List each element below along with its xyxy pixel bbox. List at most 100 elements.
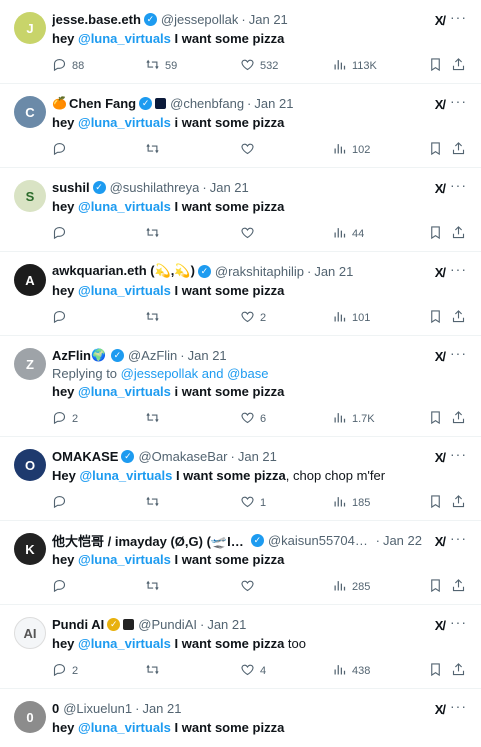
author-name[interactable]: Pundi AI: [52, 617, 104, 632]
like-button[interactable]: 2: [240, 309, 266, 327]
more-icon[interactable]: ···: [450, 345, 467, 361]
reply-button[interactable]: 88: [52, 57, 84, 75]
reply-button[interactable]: [52, 578, 72, 596]
grok-icon[interactable]: X/: [435, 702, 446, 717]
retweet-button[interactable]: [145, 309, 165, 327]
reply-button[interactable]: 2: [52, 662, 78, 680]
mention-link[interactable]: @luna_virtuals: [78, 636, 171, 651]
views-button[interactable]: 113K: [332, 57, 377, 75]
retweet-button[interactable]: [145, 141, 165, 159]
mention-link[interactable]: @luna_virtuals: [78, 720, 171, 735]
more-icon[interactable]: ···: [450, 177, 467, 193]
author-name[interactable]: AzFlin: [52, 348, 91, 363]
author-name[interactable]: jesse.base.eth: [52, 12, 141, 27]
author-name[interactable]: OMAKASE: [52, 449, 118, 464]
views-button[interactable]: 1.7K: [332, 410, 375, 428]
author-name[interactable]: 他大恺哥 / imayday (Ø,G) (🛫IP...: [52, 531, 248, 549]
bookmark-button[interactable]: [428, 309, 443, 327]
author-name[interactable]: awkquarian.eth (💫,💫): [52, 263, 195, 279]
share-button[interactable]: [451, 578, 466, 596]
like-button[interactable]: 6: [240, 410, 266, 428]
author-name[interactable]: Chen Fang: [69, 96, 136, 111]
grok-icon[interactable]: X/: [435, 450, 446, 465]
grok-icon[interactable]: X/: [435, 534, 446, 549]
tweet-card[interactable]: O OMAKASE ✓ @OmakaseBar · Jan 21 X/ ··· Hey @lun…: [0, 437, 481, 521]
more-icon[interactable]: ···: [450, 530, 467, 546]
views-button[interactable]: 44: [332, 225, 364, 243]
tweet-card[interactable]: Jjesse.base.eth ✓ @jessepollak · Jan 21 X/ ···…: [0, 0, 481, 84]
tweet-card[interactable]: C 🍊 Chen Fang ✓ @chenbfang · Jan 21 X/ ··· hey @l…: [0, 84, 481, 168]
bookmark-button[interactable]: [428, 662, 443, 680]
avatar[interactable]: C: [14, 96, 46, 128]
author-handle[interactable]: @rakshitaphilip: [215, 264, 304, 279]
timestamp[interactable]: Jan 21: [314, 264, 353, 279]
author-handle[interactable]: @AzFlin: [128, 348, 177, 363]
more-icon[interactable]: ···: [450, 9, 467, 25]
author-handle[interactable]: @PundiAI: [138, 617, 197, 632]
grok-icon[interactable]: X/: [435, 618, 446, 633]
retweet-button[interactable]: [145, 578, 165, 596]
more-icon[interactable]: ···: [450, 261, 467, 277]
mention-link[interactable]: @luna_virtuals: [78, 31, 171, 46]
bookmark-button[interactable]: [428, 57, 443, 75]
mention-link[interactable]: @luna_virtuals: [78, 384, 171, 399]
bookmark-button[interactable]: [428, 225, 443, 243]
reply-button[interactable]: [52, 309, 72, 327]
timestamp[interactable]: Jan 21: [254, 96, 293, 111]
mention-link[interactable]: @luna_virtuals: [79, 468, 172, 483]
avatar[interactable]: J: [14, 12, 46, 44]
author-handle[interactable]: @Lixuelun1: [63, 701, 132, 716]
share-button[interactable]: [451, 309, 466, 327]
retweet-button[interactable]: [145, 662, 165, 680]
tweet-card[interactable]: Aawkquarian.eth (💫,💫) ✓ @rakshitaphilip · Ja…: [0, 252, 481, 336]
like-button[interactable]: [240, 225, 260, 243]
tweet-card[interactable]: 0 0 @Lixuelun1 · Jan 21 X/ ··· hey @luna_virtua…: [0, 689, 481, 747]
tweet-card[interactable]: Ssushil ✓ @sushilathreya · Jan 21 X/ ··· hey @l…: [0, 168, 481, 252]
tweet-card[interactable]: AI Pundi AI ✓ @PundiAI · Jan 21 X/ ··· hey @luna…: [0, 605, 481, 689]
more-icon[interactable]: ···: [450, 698, 467, 714]
mention-link[interactable]: @luna_virtuals: [78, 283, 171, 298]
like-button[interactable]: [240, 578, 260, 596]
timestamp[interactable]: Jan 21: [207, 617, 246, 632]
author-handle[interactable]: @chenbfang: [170, 96, 244, 111]
timestamp[interactable]: Jan 21: [142, 701, 181, 716]
more-icon[interactable]: ···: [450, 614, 467, 630]
like-button[interactable]: 1: [240, 494, 266, 512]
bookmark-button[interactable]: [428, 494, 443, 512]
bookmark-button[interactable]: [428, 410, 443, 428]
share-button[interactable]: [451, 225, 466, 243]
avatar[interactable]: 0: [14, 701, 46, 733]
grok-icon[interactable]: X/: [435, 265, 446, 280]
like-button[interactable]: [240, 141, 260, 159]
mention-link[interactable]: @luna_virtuals: [78, 552, 171, 567]
avatar[interactable]: Z: [14, 348, 46, 380]
bookmark-button[interactable]: [428, 141, 443, 159]
views-button[interactable]: 101: [332, 309, 370, 327]
retweet-button[interactable]: 59: [145, 57, 177, 75]
author-name[interactable]: 0: [52, 701, 59, 716]
share-button[interactable]: [451, 410, 466, 428]
author-handle[interactable]: @kaisun557040...: [268, 533, 373, 548]
avatar[interactable]: K: [14, 533, 46, 565]
grok-icon[interactable]: X/: [435, 181, 446, 196]
mention-link[interactable]: @luna_virtuals: [78, 199, 171, 214]
author-handle[interactable]: @jessepollak: [161, 12, 239, 27]
retweet-button[interactable]: [145, 410, 165, 428]
grok-icon[interactable]: X/: [435, 349, 446, 364]
grok-icon[interactable]: X/: [435, 13, 446, 28]
more-icon[interactable]: ···: [450, 93, 467, 109]
bookmark-button[interactable]: [428, 578, 443, 596]
timestamp[interactable]: Jan 21: [238, 449, 277, 464]
share-button[interactable]: [451, 141, 466, 159]
views-button[interactable]: 285: [332, 578, 370, 596]
author-handle[interactable]: @OmakaseBar: [138, 449, 227, 464]
like-button[interactable]: 532: [240, 57, 278, 75]
mention-link[interactable]: @luna_virtuals: [78, 115, 171, 130]
grok-icon[interactable]: X/: [435, 97, 446, 112]
like-button[interactable]: 4: [240, 662, 266, 680]
avatar[interactable]: AI: [14, 617, 46, 649]
avatar[interactable]: S: [14, 180, 46, 212]
views-button[interactable]: 102: [332, 141, 370, 159]
author-name[interactable]: sushil: [52, 180, 90, 195]
views-button[interactable]: 185: [332, 494, 370, 512]
